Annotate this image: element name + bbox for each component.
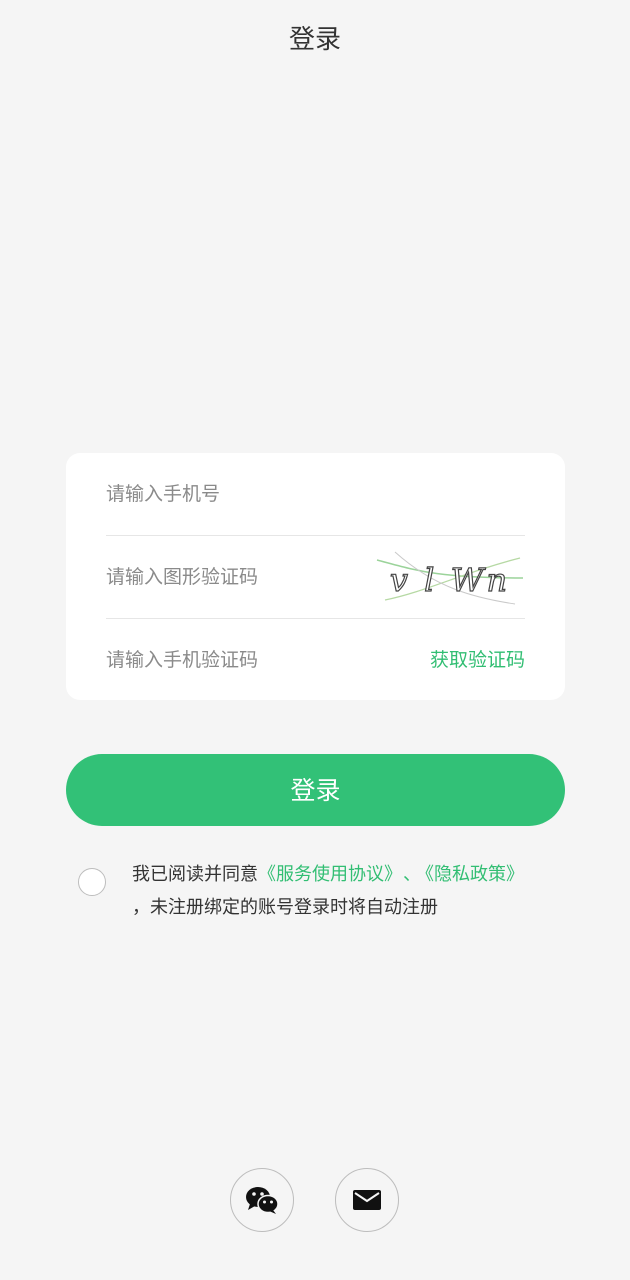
email-login-button[interactable] — [335, 1168, 399, 1232]
phone-row — [106, 453, 525, 536]
mail-icon — [353, 1190, 381, 1210]
login-button[interactable]: 登录 — [66, 754, 565, 826]
phone-input[interactable] — [106, 453, 366, 535]
sms-code-input[interactable] — [106, 619, 366, 701]
service-agreement-link[interactable]: 《服务使用协议》 — [258, 864, 393, 885]
captcha-input[interactable] — [106, 536, 366, 618]
captcha-row: v l Wn — [106, 536, 525, 619]
agreement-prefix: 我已阅读并同意 — [132, 864, 258, 885]
agreement-text: 我已阅读并同意《服务使用协议》、《隐私政策》 ，未注册绑定的账号登录时将自动注册 — [132, 858, 572, 924]
agreement-separator: 、 — [403, 864, 421, 885]
privacy-policy-link[interactable]: 《隐私政策》 — [425, 864, 524, 885]
login-form-card: v l Wn 获取验证码 — [66, 453, 565, 701]
captcha-text: v l Wn — [390, 561, 510, 599]
agreement-checkbox[interactable] — [78, 868, 106, 896]
page-title: 登录 — [288, 25, 341, 55]
sms-row: 获取验证码 — [106, 619, 525, 701]
wechat-icon — [246, 1187, 279, 1214]
get-code-button[interactable]: 获取验证码 — [430, 619, 525, 701]
wechat-login-button[interactable] — [230, 1168, 294, 1232]
agreement-suffix: ，未注册绑定的账号登录时将自动注册 — [132, 897, 438, 918]
captcha-image[interactable]: v l Wn — [375, 548, 525, 608]
